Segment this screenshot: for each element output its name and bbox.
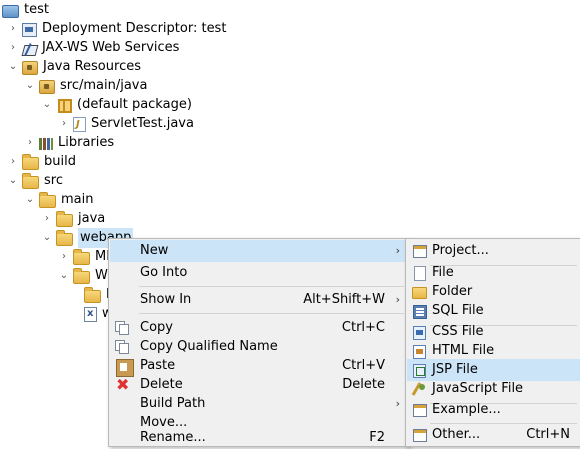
deployment-descriptor-icon — [22, 23, 37, 37]
chevron-right-icon[interactable]: › — [23, 133, 37, 153]
new-project-icon — [413, 404, 427, 417]
menu-item-show-in[interactable]: Show In Alt+Shift+W › — [110, 289, 407, 311]
folder-icon — [73, 268, 90, 284]
menu-item-label: Show In — [140, 292, 192, 307]
chevron-right-icon[interactable]: › — [6, 152, 20, 172]
delete-icon: ✖ — [116, 375, 130, 394]
folder-icon — [56, 230, 73, 246]
chevron-right-icon[interactable]: › — [6, 38, 20, 58]
web-services-icon — [22, 43, 37, 56]
folder-icon — [73, 249, 90, 265]
source-folder-icon — [39, 80, 55, 94]
menu-item-shortcut: F2 — [369, 430, 385, 445]
tree-item-test[interactable]: test — [2, 0, 49, 20]
submenu-item-sql-file[interactable]: SQL File — [407, 300, 580, 322]
copy-icon — [115, 321, 131, 337]
tree-item-jax-ws[interactable]: › JAX-WS Web Services — [6, 38, 179, 58]
chevron-down-icon[interactable]: ⌄ — [23, 190, 37, 210]
submenu-item-project[interactable]: Project... — [407, 240, 580, 262]
tree-item-label: build — [44, 154, 76, 169]
menu-item-new[interactable]: New › — [110, 240, 407, 262]
chevron-down-icon[interactable]: ⌄ — [6, 57, 20, 77]
menu-item-go-into[interactable]: Go Into — [110, 262, 407, 284]
css-file-icon — [413, 326, 426, 340]
menu-item-shortcut: Ctrl+N — [526, 427, 570, 442]
folder-icon — [22, 173, 39, 189]
chevron-down-icon[interactable]: ⌄ — [23, 76, 37, 96]
tree-item-main[interactable]: ⌄ main — [23, 190, 93, 210]
tree-item-label: JAX-WS Web Services — [42, 40, 180, 55]
tree-item-label: Deployment Descriptor: test — [42, 21, 227, 36]
tree-item-label: src — [44, 173, 63, 188]
html-file-icon — [413, 345, 426, 359]
copy-icon — [115, 340, 131, 356]
menu-separator — [139, 286, 404, 287]
submenu-item-label: Example... — [432, 402, 501, 417]
submenu-item-label: Other... — [432, 427, 481, 442]
java-resources-icon — [22, 61, 38, 75]
submenu-item-label: JavaScript File — [432, 381, 524, 396]
tree-item-java-resources[interactable]: ⌄ Java Resources — [6, 57, 141, 77]
javascript-file-icon — [412, 382, 426, 396]
folder-icon — [412, 287, 427, 299]
folder-icon — [22, 154, 39, 170]
submenu-arrow-icon: › — [395, 293, 400, 306]
sql-file-icon — [413, 305, 427, 319]
submenu-item-label: SQL File — [432, 303, 484, 318]
new-submenu: Project... File Folder SQL File CSS File… — [405, 238, 580, 447]
tree-item-label: src/main/java — [60, 78, 148, 93]
menu-item-shortcut: Alt+Shift+W — [303, 292, 385, 307]
tree-item-src-main-java[interactable]: ⌄ src/main/java — [23, 76, 147, 96]
package-icon — [58, 99, 72, 113]
folder-icon — [56, 211, 73, 227]
submenu-item-example[interactable]: Example... — [407, 399, 580, 421]
folder-icon — [39, 192, 56, 208]
menu-separator — [139, 313, 404, 314]
folder-icon — [84, 287, 101, 303]
tree-item-label: main — [61, 192, 94, 207]
tree-item-java[interactable]: › java — [40, 209, 105, 229]
tree-item-label: Java Resources — [43, 59, 141, 74]
tree-item-label: (default package) — [77, 97, 192, 112]
tree-item-label: java — [78, 211, 106, 226]
tree-item-label: ServletTest.java — [91, 116, 194, 131]
chevron-down-icon[interactable]: ⌄ — [40, 228, 54, 248]
chevron-right-icon[interactable]: › — [6, 19, 20, 39]
new-project-icon — [413, 429, 427, 442]
menu-item-label: New — [140, 243, 169, 258]
tree-item-deployment-descriptor[interactable]: › Deployment Descriptor: test — [6, 19, 226, 39]
tree-item-libraries[interactable]: › Libraries — [23, 133, 114, 153]
tree-item-default-package[interactable]: ⌄ (default package) — [40, 95, 192, 115]
tree-item-src[interactable]: ⌄ src — [6, 171, 63, 191]
chevron-right-icon[interactable]: › — [40, 209, 54, 229]
chevron-right-icon[interactable]: › — [57, 247, 71, 267]
xml-file-icon — [84, 304, 97, 324]
libraries-icon — [39, 138, 53, 150]
submenu-item-label: Project... — [432, 243, 489, 258]
tree-item-servlettest[interactable]: › ServletTest.java — [57, 114, 194, 135]
submenu-item-other[interactable]: Other... Ctrl+N — [407, 424, 580, 446]
submenu-arrow-icon: › — [395, 244, 400, 257]
chevron-down-icon[interactable]: ⌄ — [40, 95, 54, 115]
jsp-file-icon — [413, 364, 426, 378]
new-project-icon — [413, 245, 427, 258]
project-icon — [2, 5, 19, 18]
tree-item-build[interactable]: › build — [6, 152, 76, 172]
java-file-icon — [73, 115, 86, 135]
chevron-down-icon[interactable]: ⌄ — [6, 171, 20, 191]
tree-item-label: test — [24, 2, 49, 17]
chevron-right-icon[interactable]: › — [57, 114, 71, 134]
menu-item-label: Rename... — [140, 430, 206, 445]
submenu-item-javascript-file[interactable]: JavaScript File — [407, 378, 580, 400]
chevron-down-icon[interactable]: ⌄ — [57, 266, 71, 286]
file-icon — [414, 266, 426, 281]
tree-item-label: Libraries — [58, 135, 115, 150]
menu-item-rename[interactable]: Rename... F2 — [110, 430, 407, 445]
menu-item-label: Go Into — [140, 265, 188, 280]
context-menu: New › Go Into Show In Alt+Shift+W › Copy… — [108, 238, 409, 447]
